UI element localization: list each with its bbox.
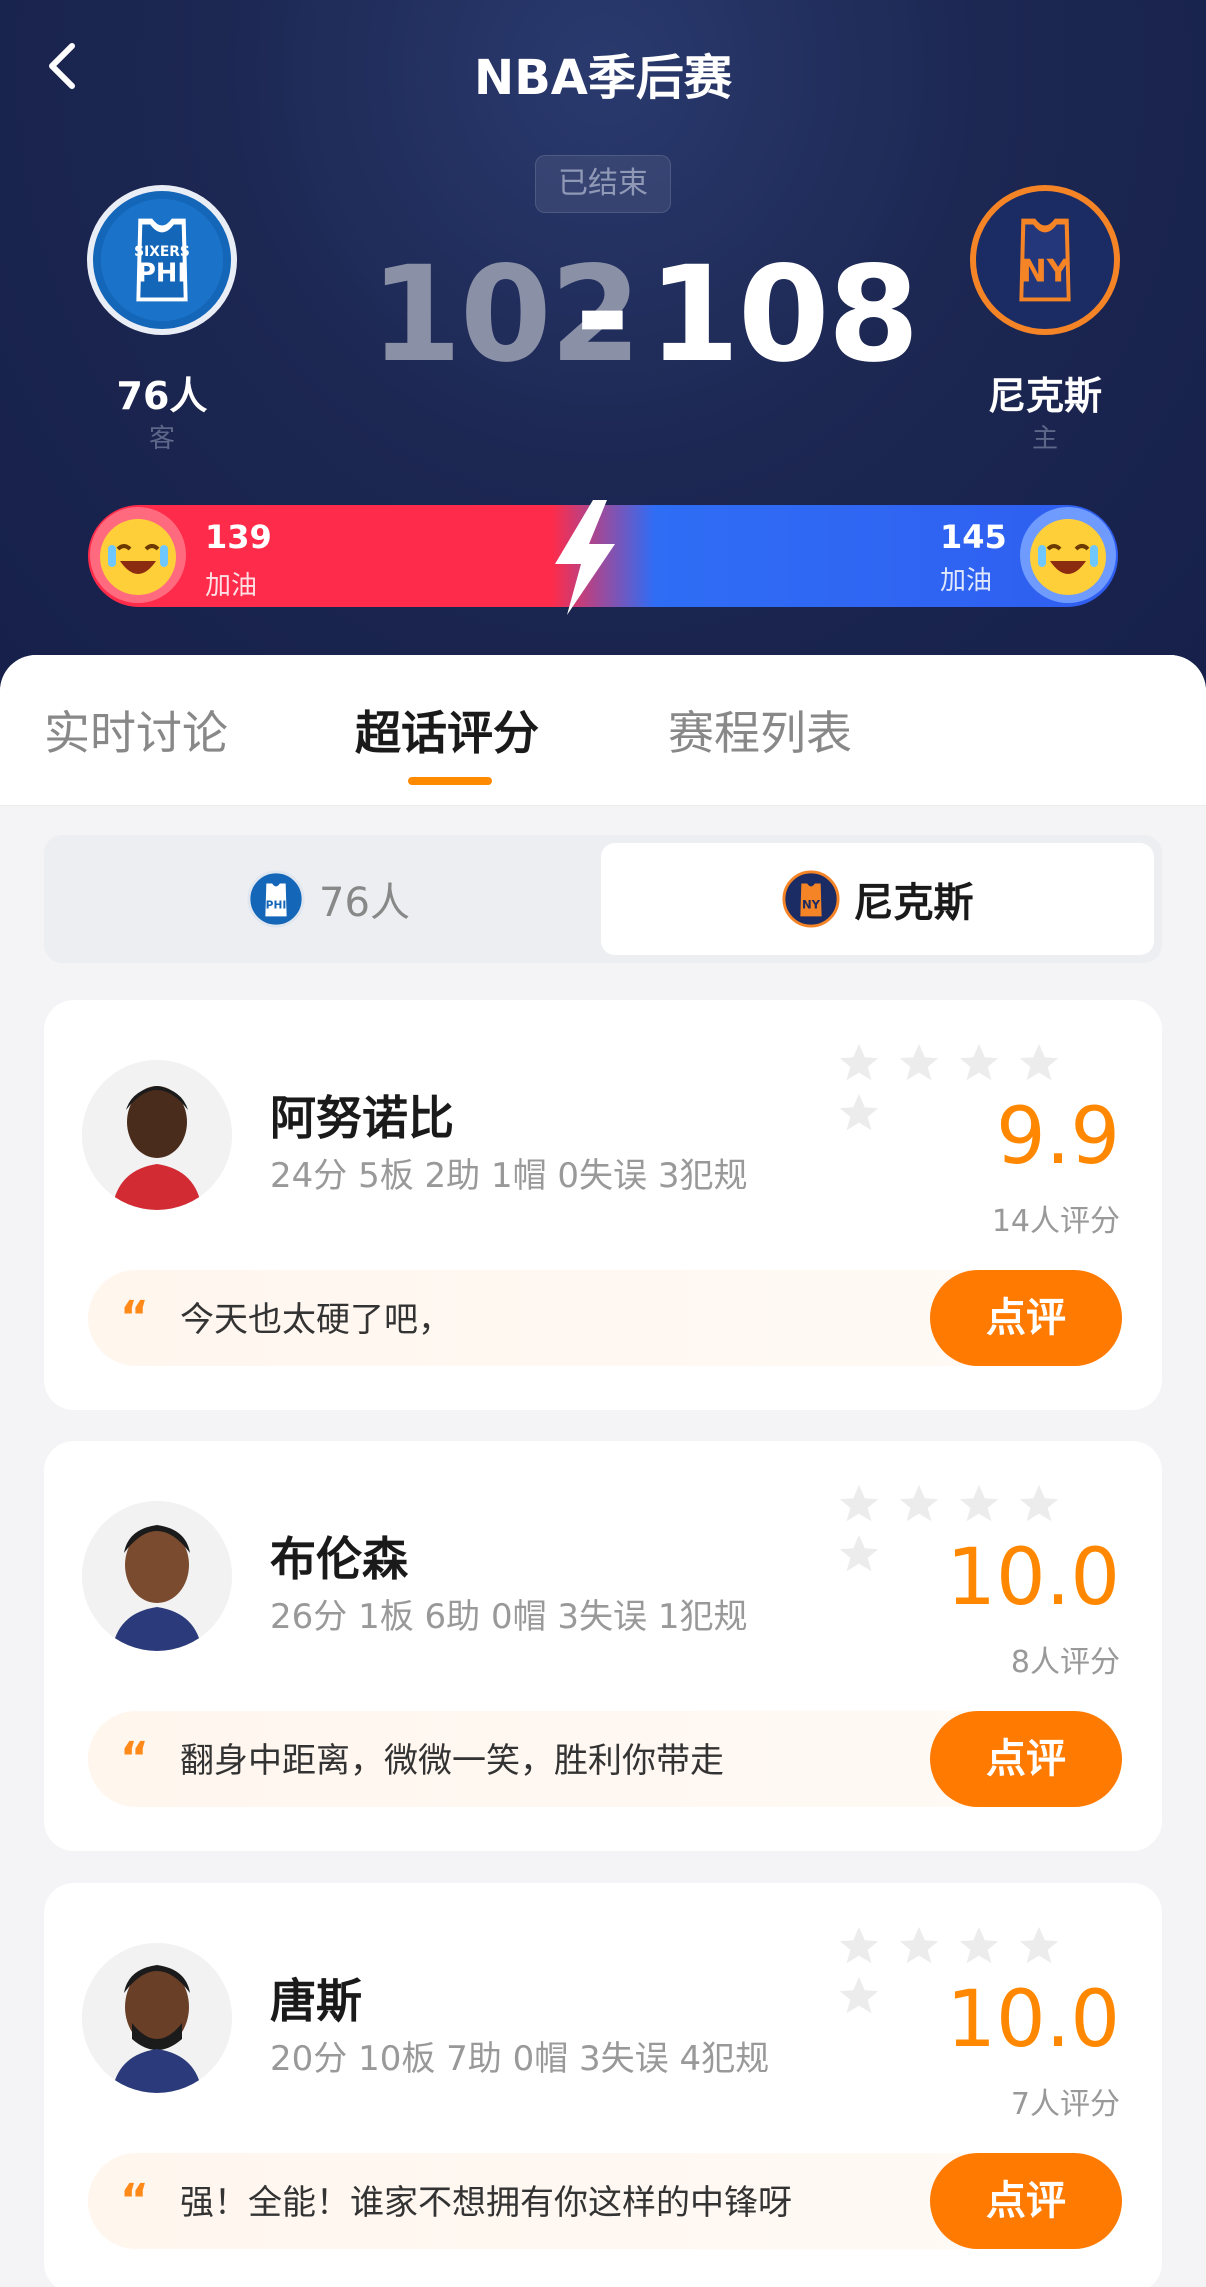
quote-icon: “: [120, 2175, 149, 2226]
active-tab-indicator: [408, 777, 492, 785]
player-name: 布伦森: [270, 1532, 408, 1586]
laughing-face-icon: [90, 507, 186, 603]
player-rating: 10.0: [946, 1975, 1120, 2065]
segment-76ers-label: 76人: [319, 880, 410, 926]
star-icon: [1019, 1043, 1059, 1081]
tab-rating[interactable]: 超话评分: [355, 697, 539, 763]
top-comment: 强！全能！谁家不想拥有你这样的中锋呀: [180, 2183, 792, 2223]
segment-76ers[interactable]: PHI 76人: [52, 843, 605, 955]
content-sheet: 实时讨论 超话评分 赛程列表 PHI 76人 NY 尼克斯 阿努诺比 24分 5…: [0, 655, 1206, 2287]
star-rating[interactable]: [836, 1040, 1126, 1131]
rating-count: 8人评分: [1010, 1645, 1120, 1680]
player-stats: 26分 1板 6助 0帽 3失误 1犯规: [270, 1597, 748, 1637]
tab-live-discussion[interactable]: 实时讨论: [44, 697, 228, 763]
score-separator: -: [575, 236, 630, 390]
away-score: 108: [648, 238, 920, 392]
player-name: 阿努诺比: [270, 1091, 454, 1145]
knicks-logo-icon: NY: [781, 870, 840, 928]
star-rating[interactable]: [836, 1481, 1126, 1572]
home-cheer-count: 139: [205, 518, 272, 556]
jersey-icon: NY: [983, 198, 1107, 322]
star-icon: [839, 1043, 879, 1081]
team-logo-knicks[interactable]: NY: [970, 185, 1120, 335]
star-icon: [839, 1926, 879, 1964]
star-icon: [1019, 1484, 1059, 1522]
svg-text:NY: NY: [801, 898, 820, 912]
review-button[interactable]: 点评: [930, 1270, 1122, 1366]
player-avatar[interactable]: [82, 1943, 232, 2093]
review-button[interactable]: 点评: [930, 2153, 1122, 2249]
star-icon: [899, 1043, 939, 1081]
page-title: NBA季后赛: [474, 50, 732, 106]
jersey-icon: SIXERS PHI: [100, 198, 224, 322]
player-stats: 24分 5板 2助 1帽 0失误 3犯规: [270, 1156, 748, 1196]
star-icon: [959, 1484, 999, 1522]
player-card[interactable]: 布伦森 26分 1板 6助 0帽 3失误 1犯规 10.0 8人评分 “ 翻身中…: [44, 1441, 1162, 1851]
top-comment: 翻身中距离，微微一笑，胜利你带走: [180, 1741, 724, 1781]
away-team-name: 尼克斯: [987, 374, 1102, 418]
star-icon: [839, 1093, 879, 1131]
rating-count: 7人评分: [1010, 2087, 1120, 2122]
svg-text:SIXERS: SIXERS: [134, 244, 190, 260]
home-team-tag: 客: [148, 424, 175, 454]
player-card[interactable]: 唐斯 20分 10板 7助 0帽 3失误 4犯规 10.0 7人评分 “ 强！全…: [44, 1883, 1162, 2287]
away-team-tag: 主: [1031, 424, 1058, 454]
player-rating: 9.9: [995, 1092, 1120, 1182]
laughing-face-icon: [1020, 507, 1116, 603]
svg-text:PHI: PHI: [266, 899, 287, 912]
player-rating: 10.0: [946, 1533, 1120, 1623]
game-status-badge: 已结束: [535, 155, 671, 213]
player-photo: [82, 1501, 232, 1651]
star-icon: [1019, 1926, 1059, 1964]
away-cheer-button[interactable]: [1018, 505, 1118, 605]
top-comment: 今天也太硬了吧，: [180, 1300, 452, 1340]
player-avatar[interactable]: [82, 1501, 232, 1651]
svg-text:PHI: PHI: [137, 259, 187, 289]
star-icon: [959, 1043, 999, 1081]
star-icon: [959, 1926, 999, 1964]
quote-icon: “: [120, 1733, 149, 1784]
star-icon: [899, 1484, 939, 1522]
segment-knicks[interactable]: NY 尼克斯: [601, 843, 1154, 955]
home-team-name: 76人: [116, 374, 208, 418]
away-cheer-count: 145: [940, 518, 1007, 556]
quote-icon: “: [120, 1292, 149, 1343]
team-segmented-control: PHI 76人 NY 尼克斯: [44, 835, 1162, 963]
76ers-logo-icon: PHI: [247, 870, 305, 928]
star-icon: [839, 1484, 879, 1522]
star-icon: [839, 1976, 879, 2014]
star-icon: [839, 1534, 879, 1572]
svg-text:NY: NY: [1020, 254, 1070, 290]
game-header: NBA季后赛 已结束 SIXERS PHI 76人 客 NY 尼克斯 主 102…: [0, 0, 1206, 700]
star-icon: [899, 1926, 939, 1964]
segment-knicks-label: 尼克斯: [853, 880, 974, 926]
review-button[interactable]: 点评: [930, 1711, 1122, 1807]
star-rating[interactable]: [836, 1923, 1126, 2014]
player-name: 唐斯: [270, 1974, 362, 2028]
home-cheer-label: 加油: [205, 571, 258, 601]
tab-schedule[interactable]: 赛程列表: [668, 697, 852, 763]
player-avatar[interactable]: [82, 1060, 232, 1210]
team-logo-76ers[interactable]: SIXERS PHI: [87, 185, 237, 335]
tab-bar: 实时讨论 超话评分 赛程列表: [0, 655, 1206, 806]
rating-count: 14人评分: [991, 1204, 1120, 1239]
player-stats: 20分 10板 7助 0帽 3失误 4犯规: [270, 2039, 770, 2079]
home-cheer-button[interactable]: [88, 505, 188, 605]
player-card[interactable]: 阿努诺比 24分 5板 2助 1帽 0失误 3犯规 9.9 14人评分 “ 今天…: [44, 1000, 1162, 1410]
player-photo: [82, 1943, 232, 2093]
away-cheer-label: 加油: [940, 566, 993, 596]
lightning-icon: [555, 500, 615, 615]
player-photo: [82, 1060, 232, 1210]
